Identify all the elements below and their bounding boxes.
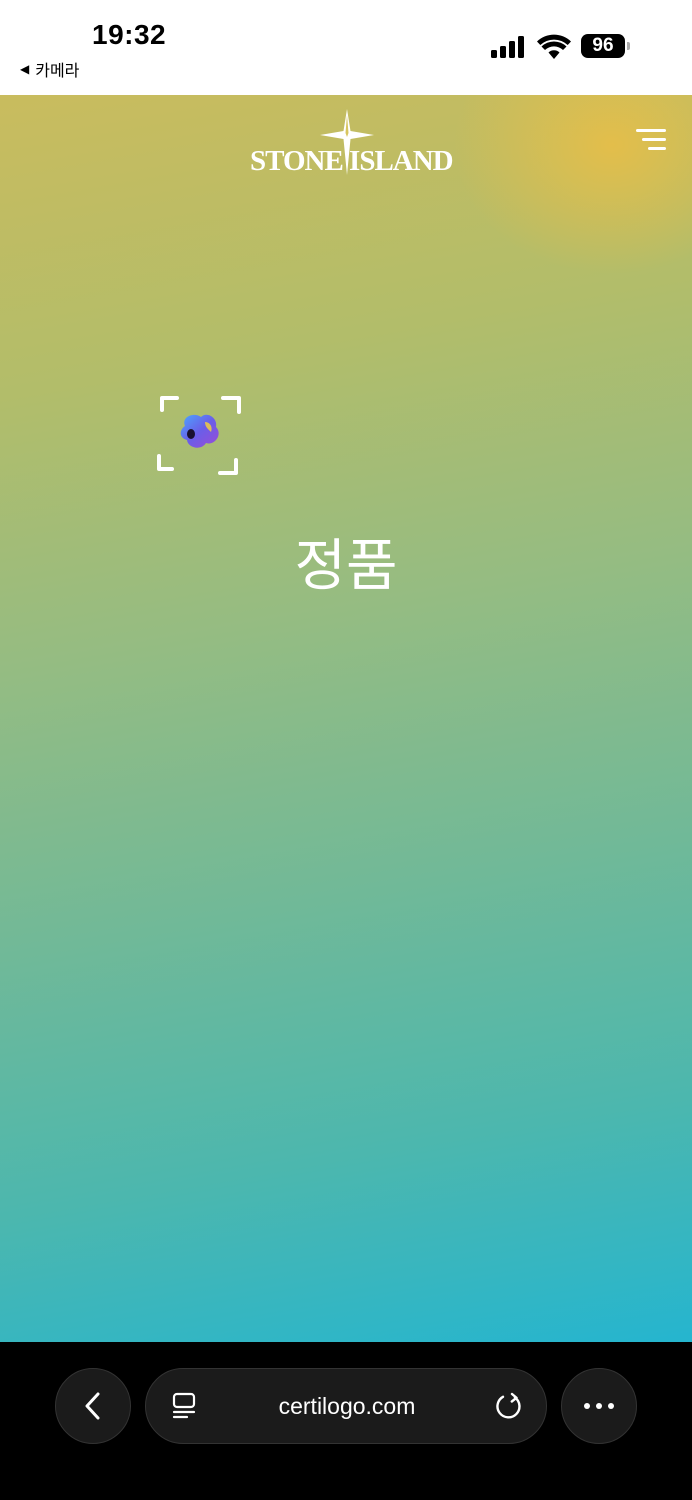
authenticity-result: 정품 — [294, 534, 398, 599]
address-bar[interactable]: certilogo.com — [145, 1368, 547, 1444]
url-text: certilogo.com — [278, 1393, 416, 1419]
battery-icon: 96 — [581, 34, 625, 58]
back-app-label: 카메라 — [35, 63, 80, 80]
battery-tip — [627, 42, 630, 50]
back-to-app-link[interactable]: ◀ 카메라 — [20, 57, 79, 81]
chevron-left-icon — [85, 1392, 100, 1420]
more-options-button[interactable] — [561, 1368, 637, 1444]
back-triangle-icon: ◀ — [20, 62, 30, 76]
cellular-signal-icon — [491, 36, 527, 58]
status-bar: 19:32 ◀ 카메라 96 — [0, 0, 692, 95]
hamburger-menu-icon[interactable] — [636, 129, 666, 153]
status-time: 19:32 — [92, 19, 167, 50]
stone-island-logo[interactable]: STONE ISLAND — [250, 109, 454, 179]
reload-icon[interactable] — [495, 1392, 523, 1420]
browser-back-button[interactable] — [55, 1368, 131, 1444]
wifi-icon — [537, 34, 571, 59]
browser-toolbar: certilogo.com — [0, 1342, 692, 1500]
scan-frame-icon — [157, 396, 241, 475]
result-screen: STONE ISLAND 정품 — [0, 95, 692, 1342]
brand-name: STONE ISLAND — [250, 145, 454, 177]
more-dots-icon — [584, 1403, 614, 1409]
